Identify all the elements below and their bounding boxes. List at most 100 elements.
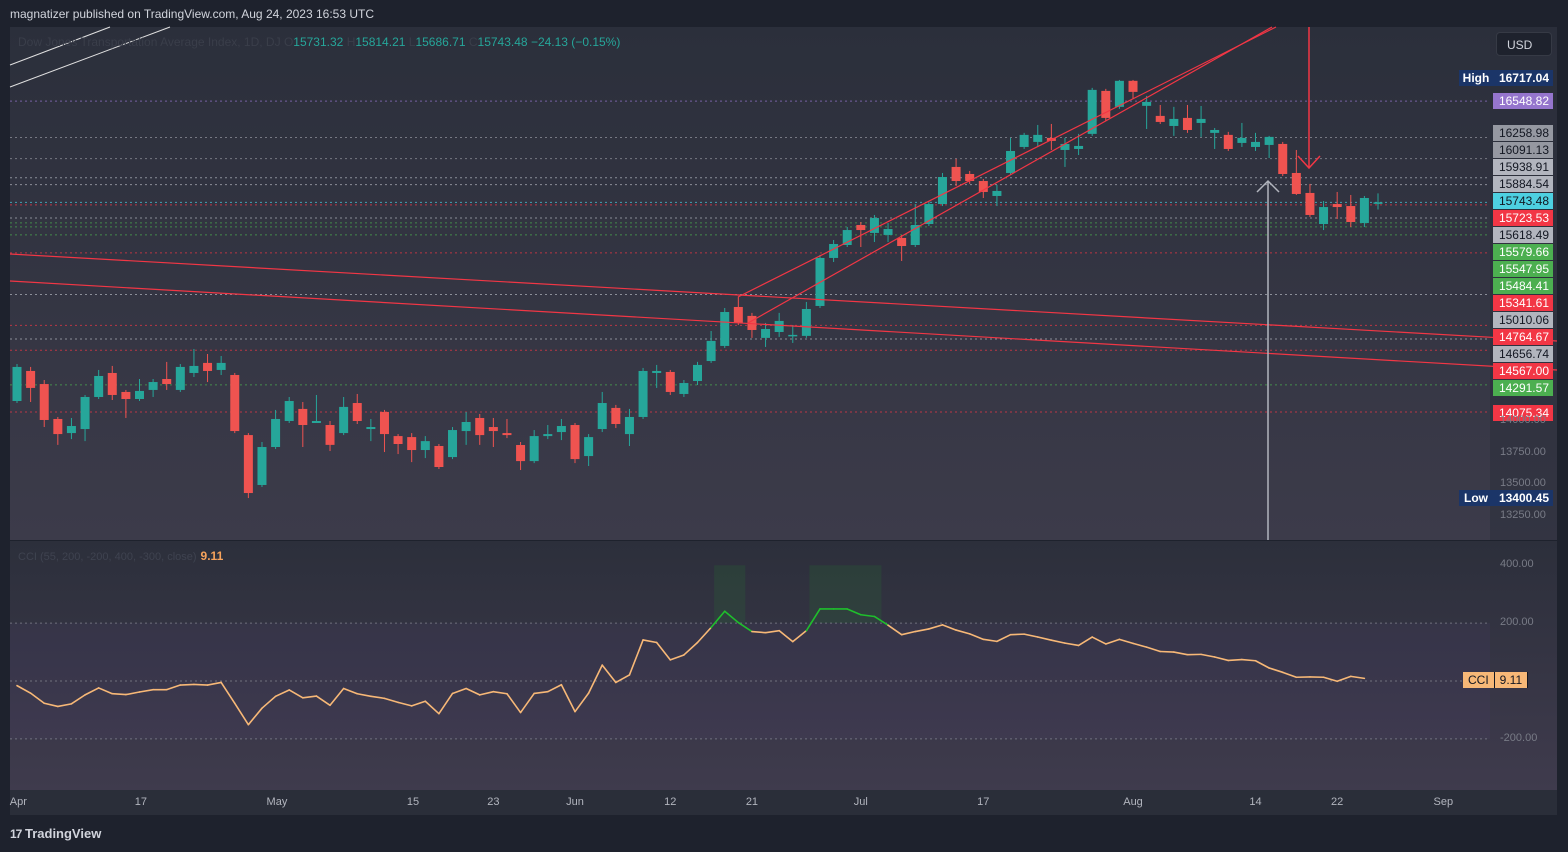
cci-line-segment: [1009, 633, 1025, 636]
candle: [1359, 195, 1369, 228]
time-tick-label: 15: [406, 796, 420, 808]
candle-body: [733, 306, 743, 323]
candle-body: [66, 426, 76, 434]
price-label: 15618.49: [1493, 227, 1553, 243]
candle: [1019, 132, 1029, 149]
candle-body: [311, 420, 321, 424]
price-label: 16258.98: [1493, 125, 1553, 141]
candle-body: [1346, 206, 1356, 222]
candle-body: [325, 425, 335, 445]
candle-body: [679, 383, 689, 394]
time-tick-label: 12: [664, 796, 677, 808]
price-label: 16717.04: [1493, 70, 1553, 86]
price-label: 15884.54: [1493, 176, 1553, 192]
time-tick-label: Aug: [1123, 796, 1143, 808]
chart-canvas[interactable]: [0, 0, 1568, 852]
candle-body: [665, 371, 675, 392]
price-label: 13400.45: [1493, 490, 1553, 506]
cci-legend[interactable]: CCI (55, 200, -200, 400, -300, close) 9.1…: [18, 549, 223, 563]
candle-body: [965, 173, 975, 182]
currency-button[interactable]: USD: [1496, 32, 1552, 56]
symbol-name[interactable]: Dow Jones Transportation Average Index, …: [18, 35, 281, 49]
symbol-legend: Dow Jones Transportation Average Index, …: [18, 35, 620, 49]
candle: [1278, 141, 1288, 176]
close-label: C: [468, 35, 478, 49]
candle: [720, 307, 730, 348]
price-tick-label: 13750.00: [1500, 445, 1546, 458]
candle-body: [1278, 143, 1288, 174]
candle: [1101, 88, 1111, 121]
candle-body: [502, 433, 512, 436]
candle-body: [1074, 145, 1084, 149]
candle-body: [284, 401, 294, 421]
candle-body: [1359, 197, 1369, 224]
close-value: 15743.48: [477, 35, 528, 49]
price-label: 15547.95: [1493, 261, 1553, 277]
candle-body: [992, 190, 1002, 196]
price-label: 15010.06: [1493, 312, 1553, 328]
candle-body: [243, 435, 253, 494]
cci-line-segment: [193, 683, 209, 686]
candle-body: [556, 426, 566, 433]
price-label: 15938.91: [1493, 159, 1553, 175]
time-axis[interactable]: [10, 790, 1557, 815]
candle-body: [189, 365, 199, 373]
candle-body: [1291, 172, 1301, 194]
candle-body: [1128, 80, 1138, 92]
price-pane[interactable]: [10, 27, 1557, 540]
candle-body: [774, 320, 784, 332]
cci-line-segment: [1227, 658, 1243, 662]
candle-body: [12, 366, 22, 402]
price-label: 16091.13: [1493, 142, 1553, 158]
candle: [570, 423, 580, 464]
candle-body: [1251, 141, 1261, 147]
candle-body: [175, 366, 185, 390]
candle-body: [434, 446, 444, 468]
price-label: 15743.48: [1493, 193, 1553, 209]
price-label: 14567.00: [1493, 363, 1553, 379]
candle-body: [1373, 202, 1383, 204]
candle-body: [107, 372, 117, 395]
change-value: −24.13 (−0.15%): [530, 35, 621, 49]
time-tick-label: Sep: [1433, 796, 1454, 808]
cci-tick-label: 200.00: [1500, 616, 1534, 629]
candle-body: [134, 390, 144, 399]
candle-body: [475, 417, 485, 436]
candle-body: [298, 408, 308, 426]
candle-body: [951, 166, 961, 182]
cci-name: CCI (55, 200, -200, 400, -300, close): [18, 551, 197, 563]
candle-body: [1019, 134, 1029, 147]
cci-tag-name: CCI: [1463, 672, 1495, 688]
candle-body: [1305, 192, 1315, 215]
candle-body: [1142, 101, 1152, 106]
candle-body: [638, 370, 648, 417]
candle-body: [570, 425, 580, 460]
candle-body: [937, 176, 947, 205]
candle-body: [1237, 137, 1247, 143]
candle-body: [1114, 80, 1124, 107]
cci-tick-label: 400.00: [1500, 558, 1534, 571]
candle-body: [801, 308, 811, 336]
cci-tag-value: 9.11: [1494, 672, 1529, 688]
time-tick-label: 22: [1331, 796, 1344, 808]
candle-body: [448, 430, 458, 458]
candle-body: [584, 437, 594, 457]
candle: [665, 369, 675, 395]
candle-body: [706, 340, 716, 362]
candle: [434, 443, 444, 470]
candle-body: [883, 229, 893, 235]
time-tick-label: 17: [977, 796, 990, 808]
candle-body: [271, 418, 281, 448]
candle-body: [203, 362, 213, 371]
tradingview-logo[interactable]: 17 TradingView: [10, 826, 101, 841]
time-tick-label: 23: [487, 796, 500, 808]
candle: [937, 172, 947, 207]
price-label-tag: Low: [1459, 490, 1493, 506]
candle-body: [1264, 136, 1274, 145]
candle-body: [53, 418, 63, 435]
price-label: 16548.82: [1493, 93, 1553, 109]
price-tick-label: 13250.00: [1500, 508, 1546, 521]
candle-body: [897, 237, 907, 247]
candle-body: [543, 434, 553, 437]
cci-tick-label: -200.00: [1500, 731, 1538, 744]
